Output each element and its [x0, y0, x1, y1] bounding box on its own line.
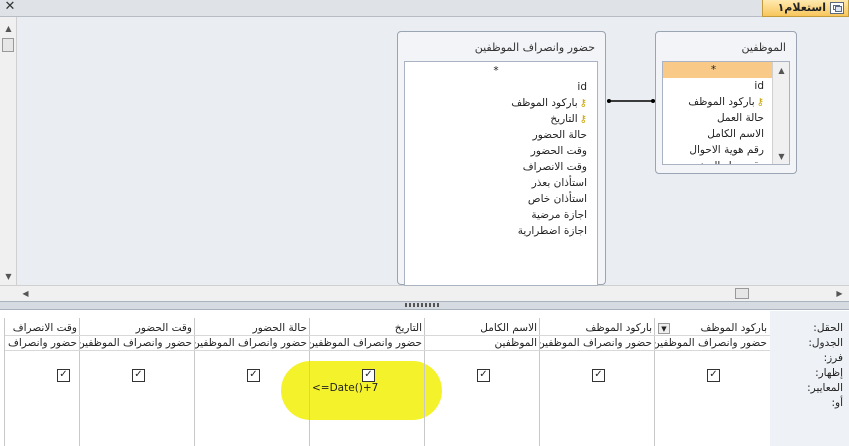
row-label-show: إظهار:	[815, 367, 843, 379]
grid-table-cell[interactable]: حضور وانصراف	[5, 336, 80, 351]
grid-column[interactable]: وقت الانصراف حضور وانصراف ✓	[4, 318, 80, 446]
show-checkbox[interactable]: ✓	[247, 369, 260, 382]
grid-field-cell[interactable]: باركود الموظف	[540, 321, 655, 336]
splitter-grip[interactable]	[405, 303, 441, 307]
show-checkbox[interactable]: ✓	[57, 369, 70, 382]
row-label-or: أو:	[831, 397, 843, 409]
field-dropdown-icon[interactable]: ▼	[658, 323, 670, 334]
row-label-field: الحقل:	[813, 322, 843, 334]
grid-column[interactable]: وقت الحضور حضور وانصراف الموظفين ✓	[79, 318, 195, 446]
grid-table-cell[interactable]: الموظفين	[425, 336, 540, 351]
grid-column[interactable]: باركود الموظف حضور وانصراف الموظفين ▼ ✓	[654, 318, 770, 446]
criteria-cell[interactable]: <=Date()+7	[312, 382, 378, 394]
relationship-line	[607, 99, 655, 103]
show-checkbox[interactable]: ✓	[132, 369, 145, 382]
grid-table-cell[interactable]: حضور وانصراف الموظفين	[80, 336, 195, 351]
show-checkbox[interactable]: ✓	[362, 369, 375, 382]
show-checkbox[interactable]: ✓	[477, 369, 490, 382]
grid-field-cell[interactable]: التاريخ	[310, 321, 425, 336]
row-label-criteria: المعايير:	[807, 382, 843, 394]
grid-row-labels: الحقل: الجدول: فرز: إظهار: المعايير: أو:	[770, 311, 849, 446]
grid-field-cell[interactable]: باركود الموظف	[655, 321, 770, 336]
grid-field-cell[interactable]: حالة الحضور	[195, 321, 310, 336]
show-checkbox[interactable]: ✓	[592, 369, 605, 382]
grid-field-cell[interactable]: وقت الانصراف	[5, 321, 80, 336]
grid-column[interactable]: باركود الموظف حضور وانصراف الموظفين ✓	[539, 318, 655, 446]
row-label-table: الجدول:	[808, 337, 843, 349]
show-checkbox[interactable]: ✓	[707, 369, 720, 382]
grid-table-cell[interactable]: حضور وانصراف الموظفين	[655, 336, 770, 351]
grid-table-cell[interactable]: حضور وانصراف الموظفين	[310, 336, 425, 351]
grid-table-cell[interactable]: حضور وانصراف الموظفين	[195, 336, 310, 351]
grid-field-cell[interactable]: وقت الحضور	[80, 321, 195, 336]
row-label-sort: فرز:	[823, 352, 843, 364]
grid-column[interactable]: حالة الحضور حضور وانصراف الموظفين ✓	[194, 318, 310, 446]
grid-field-cell[interactable]: الاسم الكامل	[425, 321, 540, 336]
grid-table-cell[interactable]: حضور وانصراف الموظفين	[540, 336, 655, 351]
grid-column[interactable]: الاسم الكامل الموظفين ✓	[424, 318, 540, 446]
grid-column[interactable]: التاريخ حضور وانصراف الموظفين ✓ <=Date()+7	[309, 318, 425, 446]
